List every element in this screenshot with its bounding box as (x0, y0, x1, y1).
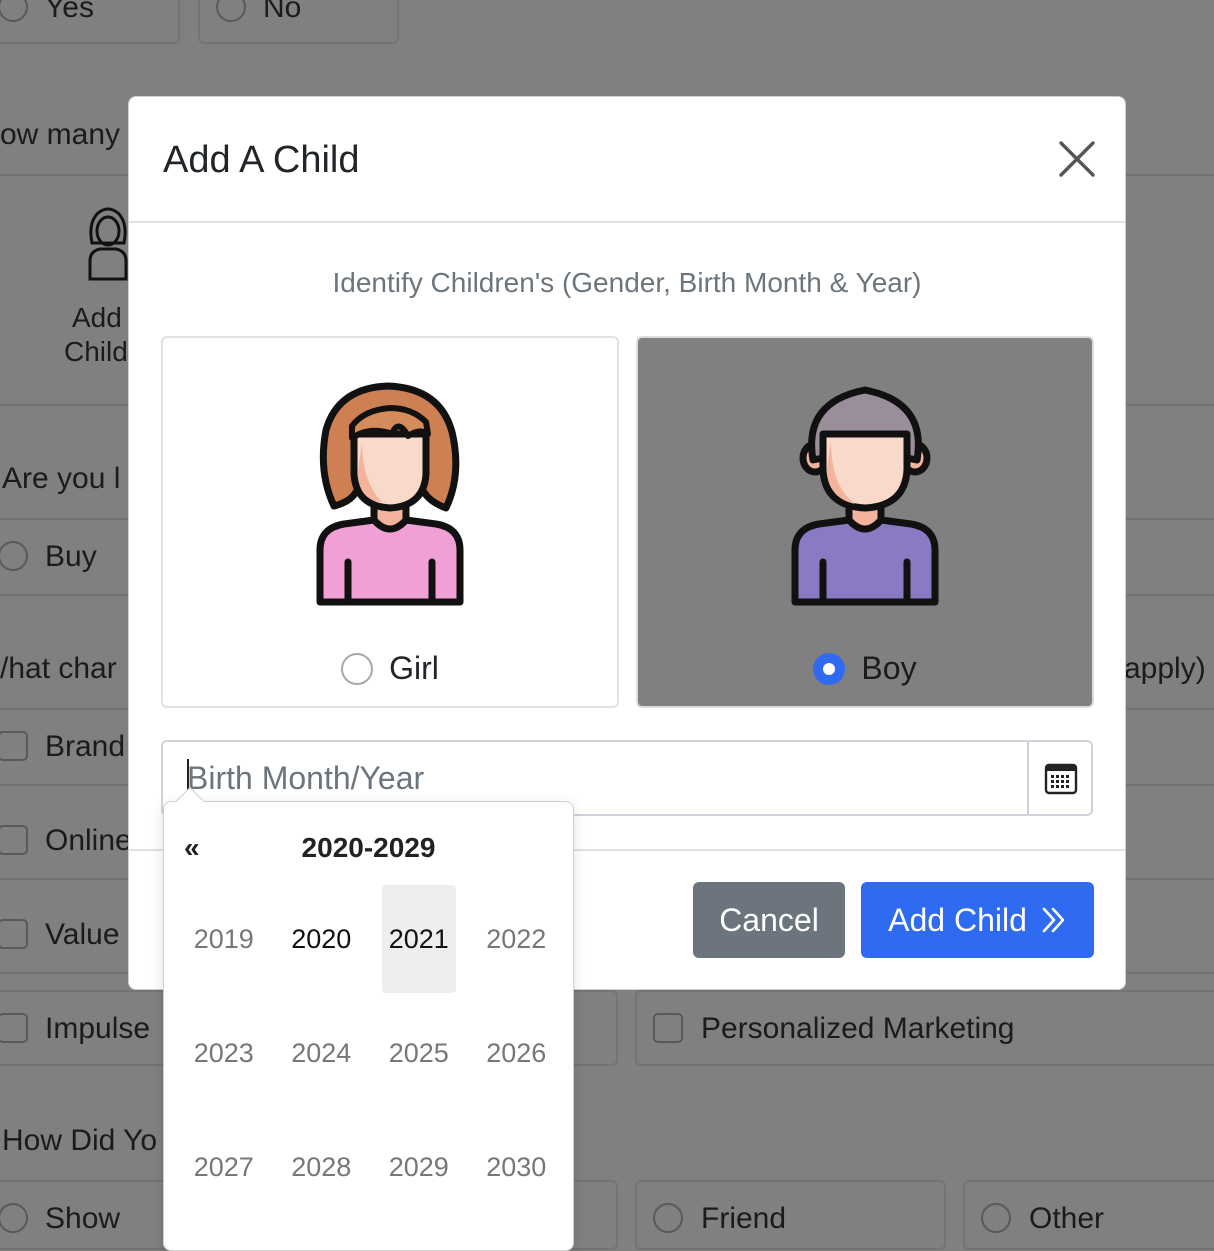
gender-row-girl: Girl (163, 650, 617, 687)
bg-check-value: Value (45, 918, 120, 951)
bg-option-show: Show (45, 1202, 121, 1235)
gender-option-boy[interactable]: Boy (636, 336, 1094, 708)
year-cell[interactable]: 2025 (374, 996, 464, 1110)
year-cell[interactable]: 2019 (179, 882, 269, 996)
bg-question-how-many: ow many (0, 118, 121, 151)
bg-option-yes: Yes (45, 0, 94, 24)
add-child-button-label: Add Child (888, 901, 1027, 938)
bg-radio (653, 1203, 683, 1233)
add-child-button[interactable]: Add Child (861, 882, 1094, 958)
year-cell[interactable]: 2027 (179, 1110, 269, 1224)
bg-option-other: Other (1029, 1202, 1105, 1235)
girl-label: Girl (389, 650, 439, 686)
bg-check-online: Online (45, 824, 132, 857)
bg-add-child-icon (88, 207, 128, 281)
close-icon (1059, 141, 1095, 177)
modal-header: Add A Child (129, 97, 1125, 223)
picker-decade-title[interactable]: 2020-2029 (164, 832, 573, 864)
close-button[interactable] (1057, 139, 1097, 179)
girl-avatar (316, 382, 464, 606)
boy-radio[interactable] (813, 652, 846, 685)
year-picker: 2020-2029 « 2019 2020 2021 2022 2023 202… (163, 786, 574, 1251)
girl-radio[interactable] (341, 652, 374, 685)
double-chevron-right-icon (1042, 907, 1065, 933)
bg-checkbox (0, 1013, 28, 1043)
year-cell[interactable]: 2030 (472, 1110, 562, 1224)
bg-question-are-you: Are you l (2, 462, 121, 495)
bg-question-how-did: How Did Yo (2, 1124, 158, 1157)
bg-child-label: Child (64, 336, 128, 367)
bg-check-brand: Brand (45, 730, 126, 763)
modal-subtitle: Identify Children's (Gender, Birth Month… (332, 267, 922, 298)
bg-question-what-char: /hat char (0, 652, 117, 685)
bg-add-label: Add (72, 302, 122, 333)
bg-check-impulse: Impulse (45, 1012, 151, 1045)
bg-checkbox (0, 731, 28, 761)
gender-option-girl[interactable]: Girl (161, 336, 619, 708)
cancel-button[interactable]: Cancel (693, 882, 845, 958)
picker-prev-button[interactable]: « (184, 832, 200, 864)
year-cell-selected[interactable]: 2021 (382, 885, 456, 993)
calendar-button[interactable] (1027, 742, 1093, 814)
bg-option-friend: Friend (701, 1202, 787, 1235)
boy-label: Boy (861, 650, 917, 686)
bg-checkbox (0, 919, 28, 949)
year-cell[interactable]: 2023 (179, 996, 269, 1110)
bg-radio (0, 541, 28, 571)
year-cell[interactable]: 2024 (277, 996, 367, 1110)
modal-title: Add A Child (163, 139, 360, 181)
gender-row-boy: Boy (638, 650, 1092, 687)
cancel-button-label: Cancel (719, 901, 819, 938)
calendar-icon (1044, 763, 1078, 795)
year-cell[interactable]: 2028 (277, 1110, 367, 1224)
year-cell[interactable]: 2020 (277, 882, 367, 996)
bg-option-no: No (263, 0, 302, 24)
year-cell[interactable]: 2022 (472, 882, 562, 996)
bg-checkbox (653, 1013, 683, 1043)
bg-check-personalized: Personalized Marketing (701, 1012, 1015, 1045)
year-cell[interactable]: 2026 (472, 996, 562, 1110)
year-cell[interactable]: 2029 (374, 1110, 464, 1224)
bg-radio (981, 1203, 1011, 1233)
picker-years-grid: 2019 2020 2021 2022 2023 2024 2025 2026 … (175, 882, 565, 1224)
bg-question-tail: apply) (1124, 652, 1206, 685)
boy-avatar (791, 386, 939, 606)
bg-option-buy: Buy (45, 540, 97, 573)
bg-checkbox (0, 825, 28, 855)
